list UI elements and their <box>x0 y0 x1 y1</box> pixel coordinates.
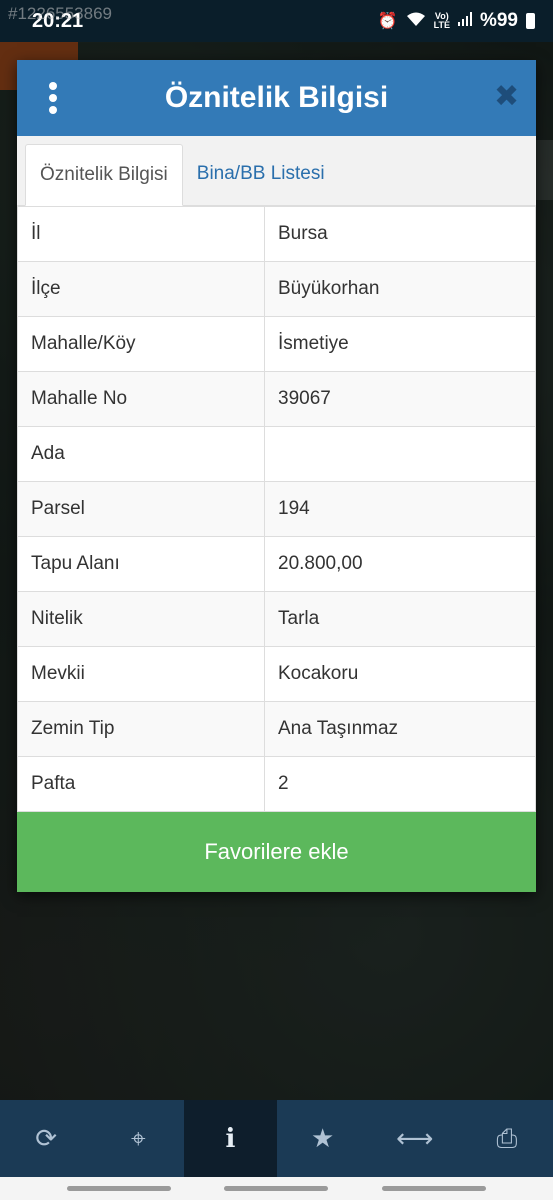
battery-percent: %99 <box>479 10 518 31</box>
measure-icon[interactable]: ⟷ <box>369 1100 461 1177</box>
nav-back-button[interactable] <box>382 1186 487 1191</box>
attribute-value: 2 <box>264 756 536 812</box>
attribute-modal: Öznitelik Bilgisi ✖ Öznitelik Bilgisi Bi… <box>17 60 536 892</box>
attribute-value: 194 <box>264 481 536 537</box>
attribute-key: Mahalle No <box>17 371 265 427</box>
star-icon[interactable]: ★ <box>277 1100 369 1177</box>
table-row: Mahalle No 39067 <box>17 371 536 427</box>
attribute-key: Tapu Alanı <box>17 536 265 592</box>
attribute-key: Ada <box>17 426 265 482</box>
attribute-key: Mevkii <box>17 646 265 702</box>
attribute-key: Nitelik <box>17 591 265 647</box>
tab-bar: Öznitelik Bilgisi Bina/BB Listesi <box>17 136 536 206</box>
tab-building-list[interactable]: Bina/BB Listesi <box>183 143 339 205</box>
volte-icon: Vo) LTE <box>433 11 450 30</box>
info-icon[interactable]: i <box>184 1100 277 1177</box>
attribute-value: Büyükorhan <box>264 261 536 317</box>
attribute-value: 39067 <box>264 371 536 427</box>
modal-header: Öznitelik Bilgisi ✖ <box>17 60 536 136</box>
crosshair-icon[interactable]: ⌖ <box>92 1100 184 1177</box>
table-row: Zemin Tip Ana Taşınmaz <box>17 701 536 757</box>
table-row: Mahalle/Köy İsmetiye <box>17 316 536 372</box>
nav-home-button[interactable] <box>224 1186 329 1191</box>
attribute-value: 20.800,00 <box>264 536 536 592</box>
table-row: Parsel 194 <box>17 481 536 537</box>
attribute-key: İlçe <box>17 261 265 317</box>
alarm-icon: ⏰ <box>377 13 398 30</box>
attribute-value: Ana Taşınmaz <box>264 701 536 757</box>
close-icon[interactable]: ✖ <box>494 82 519 112</box>
attribute-value: Tarla <box>264 591 536 647</box>
nav-recent-button[interactable] <box>66 1186 171 1191</box>
attribute-key: Zemin Tip <box>17 701 265 757</box>
system-nav-bar <box>0 1177 553 1200</box>
attribute-key: İl <box>17 206 265 262</box>
attribute-value: Bursa <box>264 206 536 262</box>
watermark-text: #1226553869 <box>8 4 113 23</box>
wifi-icon <box>406 11 426 32</box>
attribute-value: İsmetiye <box>264 316 536 372</box>
table-row: Nitelik Tarla <box>17 591 536 647</box>
attribute-value <box>264 426 536 482</box>
table-row: Mevkii Kocakoru <box>17 646 536 702</box>
more-menu-icon[interactable] <box>47 82 59 114</box>
attribute-value: Kocakoru <box>264 646 536 702</box>
status-icons: ⏰ Vo) LTE %99 <box>378 10 535 32</box>
table-row: İlçe Büyükorhan <box>17 261 536 317</box>
attribute-table: İl Bursa İlçe Büyükorhan Mahalle/Köy İsmetiye… <box>17 206 536 812</box>
attribute-key: Pafta <box>17 756 265 812</box>
add-to-favorites-button[interactable]: Favorilere ekle <box>17 812 536 892</box>
bottom-toolbar: ⟳ ⌖ i ★ ⟷ ⎙ <box>0 1100 553 1177</box>
battery-icon <box>526 13 535 29</box>
refresh-icon[interactable]: ⟳ <box>0 1100 92 1177</box>
tab-attribute-info[interactable]: Öznitelik Bilgisi <box>25 144 183 206</box>
table-row: İl Bursa <box>17 206 536 262</box>
table-row: Tapu Alanı 20.800,00 <box>17 536 536 592</box>
table-row: Ada <box>17 426 536 482</box>
attribute-key: Mahalle/Köy <box>17 316 265 372</box>
print-icon[interactable]: ⎙ <box>461 1100 553 1177</box>
modal-title: Öznitelik Bilgisi <box>164 81 389 114</box>
status-bar: #1226553869 20:21 ⏰ Vo) LTE %99 <box>0 0 553 42</box>
signal-icon <box>457 11 472 31</box>
table-row: Pafta 2 <box>17 756 536 812</box>
attribute-key: Parsel <box>17 481 265 537</box>
